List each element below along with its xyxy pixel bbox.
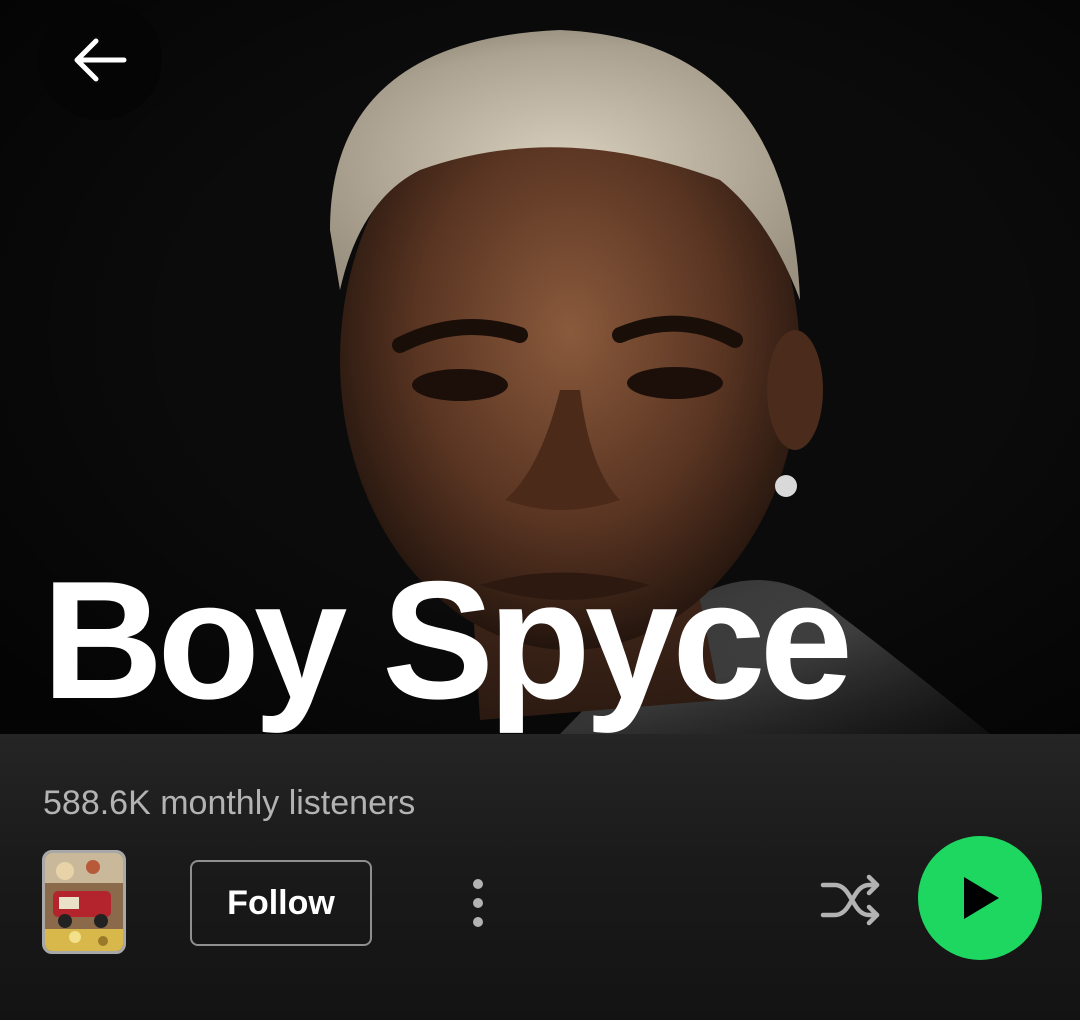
play-button[interactable] (918, 836, 1042, 960)
play-icon (964, 877, 999, 919)
artist-hero: Boy Spyce (0, 0, 1080, 734)
latest-release-thumbnail[interactable] (42, 850, 126, 954)
monthly-listeners: 588.6K monthly listeners (43, 784, 416, 822)
shuffle-button[interactable] (814, 864, 886, 936)
more-options-button[interactable] (456, 870, 500, 936)
arrow-left-icon (74, 38, 127, 82)
artist-name: Boy Spyce (42, 546, 853, 734)
artist-info-panel: 588.6K monthly listeners Follow (0, 734, 1080, 1020)
back-button[interactable] (38, 0, 162, 120)
album-cover-image (45, 853, 123, 951)
vertical-ellipsis-icon (473, 879, 483, 927)
shuffle-icon (820, 874, 880, 926)
follow-button[interactable]: Follow (190, 860, 372, 946)
